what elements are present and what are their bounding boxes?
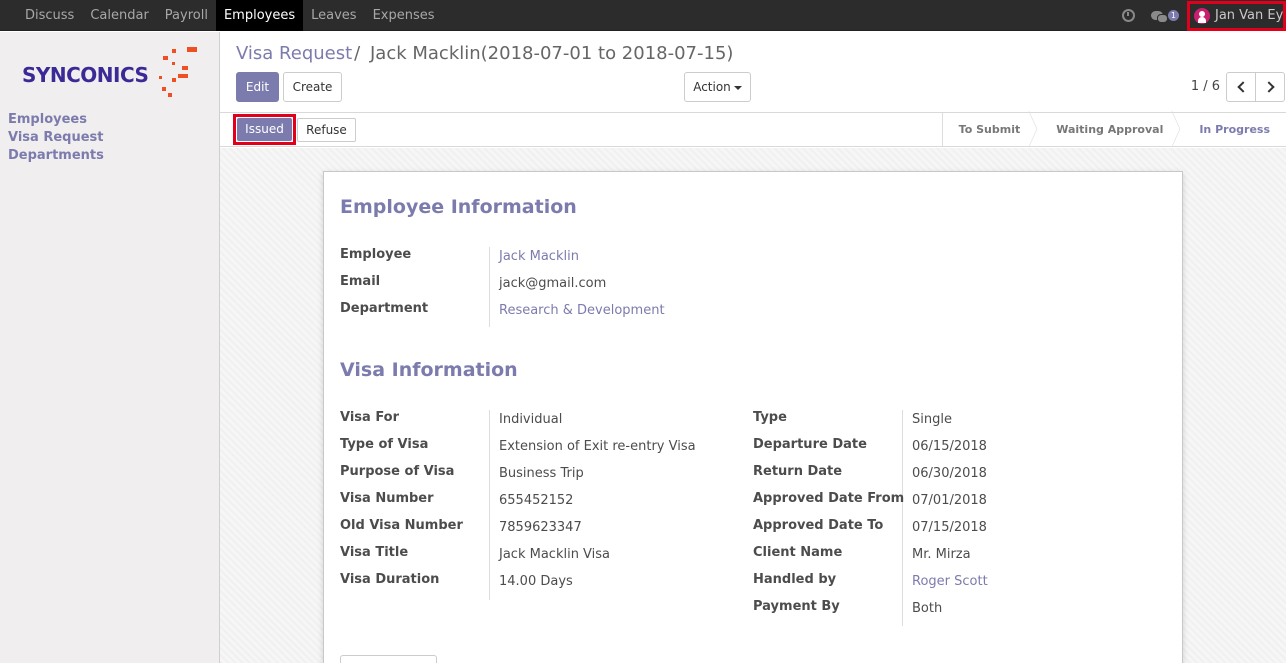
stage-label: To Submit	[958, 123, 1021, 136]
user-menu[interactable]: Jan Van Eyck	[1187, 0, 1286, 31]
visa-for-value: Individual	[499, 412, 563, 427]
menu-payroll[interactable]: Payroll	[157, 0, 216, 31]
old-visa-number-label: Old Visa Number	[340, 518, 463, 533]
handled-by-label: Handled by	[753, 572, 837, 587]
departure-date-label: Departure Date	[753, 437, 867, 452]
menu-leaves[interactable]: Leaves	[303, 0, 364, 31]
approved-date-from-label: Approved Date From	[753, 491, 905, 506]
type-of-visa-label: Type of Visa	[340, 437, 429, 452]
status-bar: Issued Refuse To Submit Waiting Approval…	[220, 110, 1286, 148]
purpose-of-visa-label: Purpose of Visa	[340, 464, 455, 479]
stage-label: Waiting Approval	[1056, 123, 1164, 136]
visa-information-title: Visa Information	[340, 359, 518, 381]
return-date-value: 06/30/2018	[912, 466, 987, 481]
logo-text: SYNCONICS	[22, 63, 149, 87]
avatar	[1194, 7, 1210, 24]
sidebar-item-departments[interactable]: Departments	[8, 147, 104, 165]
control-panel: Visa Request / Jack Macklin(2018-07-01 to…	[220, 32, 1286, 113]
payment-by-value: Both	[912, 601, 943, 616]
type-label: Type	[753, 410, 787, 425]
visa-fields-left: Visa For Individual Type of Visa Extensi…	[340, 410, 740, 600]
visa-duration-value: 14.00 Days	[499, 574, 573, 589]
menu-employees[interactable]: Employees	[215, 0, 304, 31]
top-menu: Discuss Calendar Payroll Employees Leave…	[17, 0, 443, 31]
email-value: jack@gmail.com	[499, 276, 607, 291]
department-label: Department	[340, 301, 429, 316]
payment-by-label: Payment By	[753, 599, 840, 614]
issued-button[interactable]: Issued	[237, 118, 292, 141]
purpose-of-visa-value: Business Trip	[499, 466, 584, 481]
visa-duration-label: Visa Duration	[340, 572, 440, 587]
visa-title-value: Jack Macklin Visa	[499, 547, 611, 562]
issued-highlight: Issued	[233, 114, 296, 145]
visa-title-label: Visa Title	[340, 545, 409, 560]
visa-for-label: Visa For	[340, 410, 400, 425]
department-value[interactable]: Research & Development	[499, 303, 665, 318]
menu-discuss[interactable]: Discuss	[17, 0, 82, 31]
visa-number-label: Visa Number	[340, 491, 434, 506]
sidebar-links: Employees Visa Request Departments	[8, 111, 104, 165]
sheet-bottom-button[interactable]	[340, 655, 437, 663]
pager-previous-button[interactable]	[1226, 72, 1256, 102]
return-date-label: Return Date	[753, 464, 843, 479]
breadcrumb-current: Jack Macklin(2018-07-01 to 2018-07-15)	[369, 43, 734, 64]
visa-fields-right: Type Single Departure Date 06/15/2018 Re…	[753, 410, 1153, 626]
stage-label: In Progress	[1199, 123, 1270, 136]
company-logo[interactable]: SYNCONICS	[22, 44, 207, 99]
departure-date-value: 06/15/2018	[912, 439, 987, 454]
clock-icon[interactable]	[1121, 9, 1135, 22]
chat-icon	[1150, 11, 1168, 23]
stage-waiting-approval[interactable]: Waiting Approval	[1036, 110, 1181, 148]
breadcrumb-separator: /	[354, 43, 361, 64]
form-sheet: Employee Information Employee Jack Mackl…	[323, 171, 1183, 663]
breadcrumb-parent-link[interactable]: Visa Request	[236, 43, 352, 64]
chevron-right-icon	[1263, 81, 1275, 93]
action-label: Action	[693, 80, 731, 94]
client-name-label: Client Name	[753, 545, 843, 560]
caret-down-icon	[733, 85, 742, 90]
menu-calendar[interactable]: Calendar	[82, 0, 156, 31]
action-dropdown[interactable]: Action	[684, 72, 751, 102]
approved-date-to-value: 07/15/2018	[912, 520, 987, 535]
employee-label: Employee	[340, 247, 412, 262]
type-of-visa-value: Extension of Exit re-entry Visa	[499, 439, 696, 454]
refuse-button[interactable]: Refuse	[297, 118, 356, 142]
stage-pipeline: To Submit Waiting Approval In Progress	[941, 110, 1286, 148]
stage-in-progress[interactable]: In Progress	[1179, 113, 1286, 146]
chevron-left-icon	[1237, 81, 1249, 93]
user-name: Jan Van Eyck	[1215, 8, 1284, 23]
sidebar: SYNCONICS Employees Visa Request Departm…	[0, 32, 220, 663]
form-content-area: Employee Information Employee Jack Mackl…	[220, 148, 1286, 663]
approved-date-from-value: 07/01/2018	[912, 493, 987, 508]
message-count-badge: 1	[1167, 10, 1179, 21]
stage-to-submit[interactable]: To Submit	[943, 110, 1038, 148]
employee-fields: Employee Jack Macklin Email jack@gmail.c…	[340, 247, 760, 327]
create-button[interactable]: Create	[283, 72, 342, 102]
edit-button[interactable]: Edit	[236, 72, 279, 102]
old-visa-number-value: 7859623347	[499, 520, 582, 535]
top-navbar: Discuss Calendar Payroll Employees Leave…	[0, 0, 1286, 31]
sidebar-item-employees[interactable]: Employees	[8, 111, 104, 129]
employee-information-title: Employee Information	[340, 196, 577, 218]
top-right-menu: 1 Jan Van Eyck	[1121, 0, 1286, 31]
sidebar-item-visa-request[interactable]: Visa Request	[8, 129, 104, 147]
approved-date-to-label: Approved Date To	[753, 518, 884, 533]
breadcrumb: Visa Request / Jack Macklin(2018-07-01 to…	[236, 43, 733, 64]
handled-by-value[interactable]: Roger Scott	[912, 574, 988, 589]
pager-next-button[interactable]	[1255, 72, 1285, 102]
type-value: Single	[912, 412, 952, 427]
client-name-value: Mr. Mirza	[912, 547, 971, 562]
messages-button[interactable]: 1	[1150, 10, 1179, 23]
visa-number-value: 655452152	[499, 493, 574, 508]
pager-value[interactable]: 1 / 6	[1191, 79, 1220, 94]
menu-expenses[interactable]: Expenses	[365, 0, 443, 31]
employee-value[interactable]: Jack Macklin	[499, 249, 579, 264]
email-label: Email	[340, 274, 381, 289]
